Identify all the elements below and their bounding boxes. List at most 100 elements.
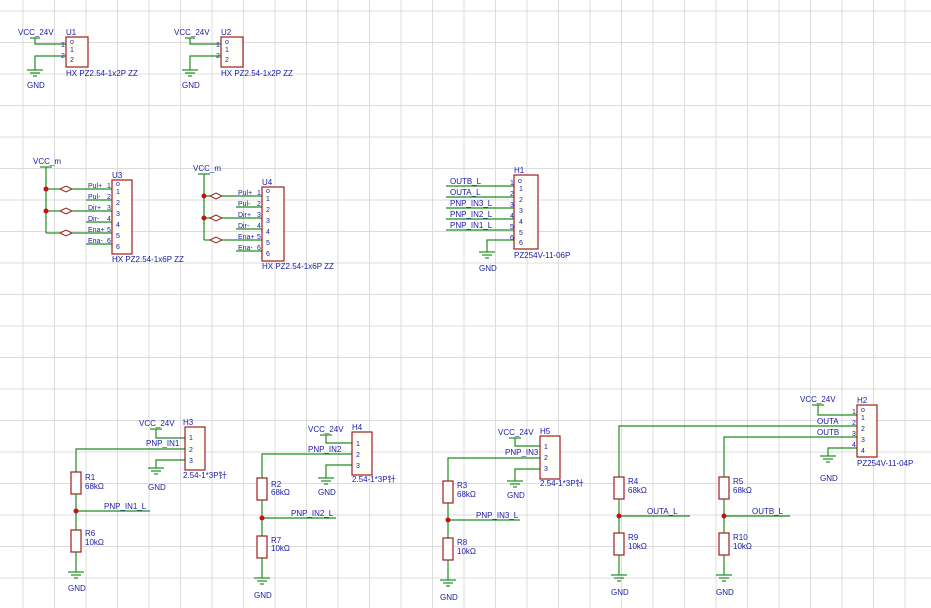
net-label-gnd: GND xyxy=(182,81,200,90)
pin-label-dir-plus: Dir+ xyxy=(238,212,251,219)
pin-number: 4 xyxy=(519,219,523,226)
ref-r6: R6 xyxy=(85,529,96,538)
part-h3: 2.54-1*3P针 xyxy=(183,470,227,480)
net-label-gnd: GND xyxy=(440,593,458,602)
pin-number: 1 xyxy=(519,186,523,193)
net-label-pnp-in2: PNP_IN2 xyxy=(308,445,342,454)
pin-number: 2 xyxy=(544,455,548,462)
pin-number: 2 xyxy=(257,201,261,208)
net-label-gnd: GND xyxy=(820,474,838,483)
net-label-gnd: GND xyxy=(318,488,336,497)
pin-label-dir-minus: Dir- xyxy=(238,223,250,230)
pin-number: 3 xyxy=(519,208,523,215)
pin-number: 1 xyxy=(852,409,856,416)
pin-number: 3 xyxy=(107,205,111,212)
part-u2: HX PZ2.54-1x2P ZZ xyxy=(221,69,293,78)
value-r3: 68kΩ xyxy=(457,490,476,499)
net-label-pnp-in2-l: PNP_IN2_L xyxy=(450,210,493,219)
pin-number: 1 xyxy=(510,180,514,187)
encoder-circuit[interactable]: VCC_24V OUTA OUTB GND H2 1 2 3 4 o 1 2 3… xyxy=(611,395,913,597)
value-r9: 10kΩ xyxy=(628,542,647,551)
part-h5: 2.54-1*3P针 xyxy=(540,478,584,488)
pin-number: 2 xyxy=(216,53,220,60)
pin-number: 4 xyxy=(257,223,261,230)
ref-u3: U3 xyxy=(112,171,123,180)
net-label-pnp-in2-l: PNP_IN2_L xyxy=(291,509,334,518)
part-h1: PZ254V-11-06P xyxy=(514,251,570,260)
connector-u4[interactable]: VCC_m U4 Pul+ Pul- Dir+ Dir- Ena+ Ena- 1… xyxy=(193,164,334,271)
pin-number: 4 xyxy=(852,442,856,449)
pin-label-pul-plus: Pul+ xyxy=(238,190,252,197)
pin-number: 2 xyxy=(356,452,360,459)
connector-u1[interactable]: VCC_24V GND U1 1 2 o 1 2 HX PZ2.54-1x2P … xyxy=(18,28,138,90)
pin-number: 2 xyxy=(61,53,65,60)
pin-number: 3 xyxy=(116,211,120,218)
net-label-outb: OUTB xyxy=(817,428,839,437)
pin-number: 2 xyxy=(861,426,865,433)
pin-number: 4 xyxy=(116,222,120,229)
ref-r5: R5 xyxy=(733,477,744,486)
pin-number: 2 xyxy=(519,197,523,204)
net-label-gnd: GND xyxy=(716,588,734,597)
pin-number: 5 xyxy=(266,240,270,247)
net-label-vcc-24v: VCC_24V xyxy=(174,28,210,37)
pin-number: 5 xyxy=(519,230,523,237)
pin-number: 1 xyxy=(861,415,865,422)
net-label-vcc-24v: VCC_24V xyxy=(139,419,175,428)
part-u4: HX PZ2.54-1x6P ZZ xyxy=(262,262,334,271)
net-label-gnd: GND xyxy=(254,591,272,600)
pin-number: 2 xyxy=(852,420,856,427)
net-label-vcc-24v: VCC_24V xyxy=(18,28,54,37)
pin-number: 2 xyxy=(107,194,111,201)
pin-label-dir-plus: Dir+ xyxy=(88,205,101,212)
pin-label-pul-plus: Pul+ xyxy=(88,183,102,190)
pin-label-ena-plus: Ena+ xyxy=(238,234,255,241)
net-label-outa-l: OUTA_L xyxy=(647,507,678,516)
connector-h1[interactable]: OUTB_L OUTA_L PNP_IN3_L PNP_IN2_L PNP_IN… xyxy=(446,166,570,273)
pin-number: 5 xyxy=(257,234,261,241)
net-label-vcc-m: VCC_m xyxy=(33,157,61,166)
pin-label-ena-plus: Ena+ xyxy=(88,227,105,234)
pin-number: 2 xyxy=(266,207,270,214)
pin-label-ena-minus: Ena- xyxy=(88,238,103,245)
value-r10: 10kΩ xyxy=(733,542,752,551)
net-label-outa-l: OUTA_L xyxy=(450,188,481,197)
value-r8: 10kΩ xyxy=(457,547,476,556)
pin-number: 6 xyxy=(257,245,261,252)
pin-number: 2 xyxy=(189,447,193,454)
net-label-outb-l: OUTB_L xyxy=(450,177,482,186)
ref-r3: R3 xyxy=(457,481,468,490)
value-r6: 10kΩ xyxy=(85,538,104,547)
pin-label-ena-minus: Ena- xyxy=(238,245,253,252)
net-label-outb-l: OUTB_L xyxy=(752,507,784,516)
ref-r9: R9 xyxy=(628,533,639,542)
pin-number: 4 xyxy=(510,213,514,220)
net-label-vcc-m: VCC_m xyxy=(193,164,221,173)
svg-text:o: o xyxy=(225,39,229,46)
part-h2: PZ254V-11-04P xyxy=(857,459,913,468)
pin-number: 3 xyxy=(510,202,514,209)
ref-r1: R1 xyxy=(85,473,96,482)
pin-number: 5 xyxy=(510,224,514,231)
schematic-canvas[interactable]: VCC_24V GND U1 1 2 o 1 2 HX PZ2.54-1x2P … xyxy=(0,0,931,608)
ref-h2: H2 xyxy=(857,396,868,405)
net-label-vcc-24v: VCC_24V xyxy=(498,428,534,437)
ref-h3: H3 xyxy=(183,418,194,427)
ref-u4: U4 xyxy=(262,178,273,187)
pin-label-dir-minus: Dir- xyxy=(88,216,100,223)
pin-number: 3 xyxy=(861,437,865,444)
pin-number: 3 xyxy=(356,463,360,470)
svg-text:o: o xyxy=(518,178,522,185)
part-u1: HX PZ2.54-1x2P ZZ xyxy=(66,69,138,78)
pin-label-pul-minus: Pul- xyxy=(238,201,251,208)
pin-number: 3 xyxy=(189,458,193,465)
pin-number: 5 xyxy=(116,233,120,240)
net-label-pnp-in3: PNP_IN3 xyxy=(505,448,539,457)
input-circuit-1[interactable]: VCC_24V PNP_IN1 GND H3 1 2 3 2.54-1*3P针 … xyxy=(68,418,227,593)
net-label-gnd: GND xyxy=(479,264,497,273)
part-h4: 2.54-1*3P针 xyxy=(352,474,396,484)
net-label-vcc-24v: VCC_24V xyxy=(308,425,344,434)
connector-u3[interactable]: VCC_m U3 Pul+ Pul- Dir+ Dir- Ena+ Ena- 1… xyxy=(33,157,184,264)
net-label-vcc-24v: VCC_24V xyxy=(800,395,836,404)
pin-number: 6 xyxy=(266,251,270,258)
